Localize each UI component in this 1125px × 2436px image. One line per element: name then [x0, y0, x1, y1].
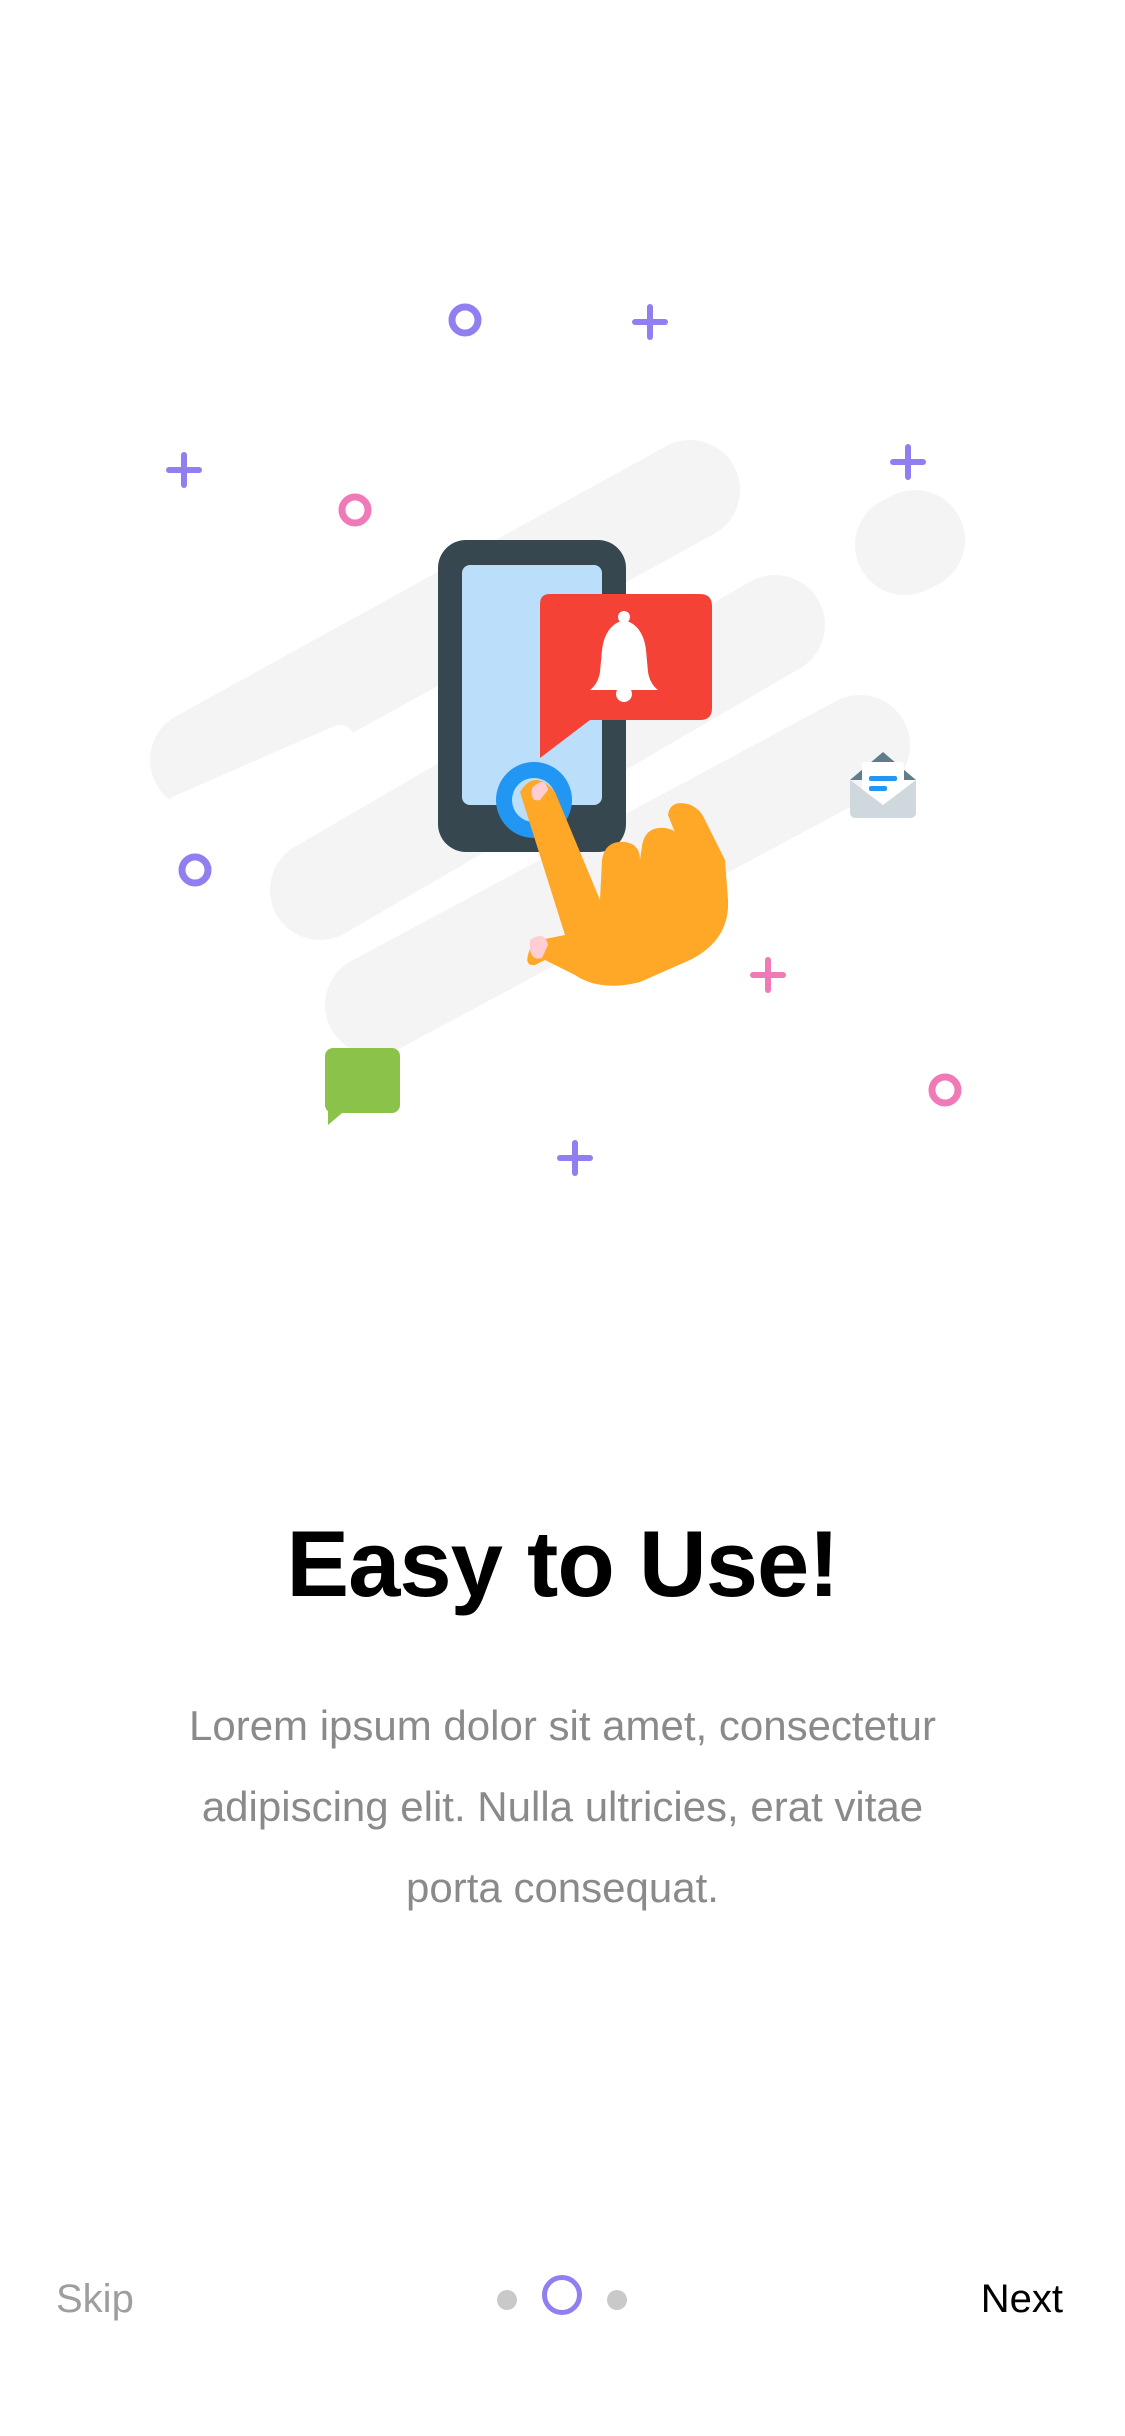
page-dot-active[interactable]	[542, 2275, 582, 2315]
chat-bubble-icon	[325, 1048, 400, 1125]
page-dot[interactable]	[497, 2290, 517, 2310]
sparkle-decoration	[750, 957, 786, 993]
sparkle-decoration	[557, 1140, 593, 1176]
page-title: Easy to Use!	[286, 1511, 839, 1616]
sparkle-decoration	[166, 452, 202, 488]
page-description: Lorem ipsum dolor sit amet, consectetur …	[189, 1702, 936, 1911]
page-dot[interactable]	[607, 2290, 627, 2310]
ring-decoration	[448, 303, 482, 337]
ring-decoration	[338, 493, 372, 527]
ring-decoration	[928, 1073, 962, 1107]
page-indicator	[497, 2275, 628, 2325]
ring-decoration	[178, 853, 212, 887]
sparkle-decoration	[890, 444, 926, 480]
onboarding-illustration	[150, 303, 965, 1176]
next-button[interactable]: Next	[981, 2277, 1063, 2322]
skip-button[interactable]: Skip	[56, 2277, 134, 2322]
onboarding-footer: Skip Next	[0, 2255, 1125, 2345]
sparkle-decoration	[632, 304, 668, 340]
